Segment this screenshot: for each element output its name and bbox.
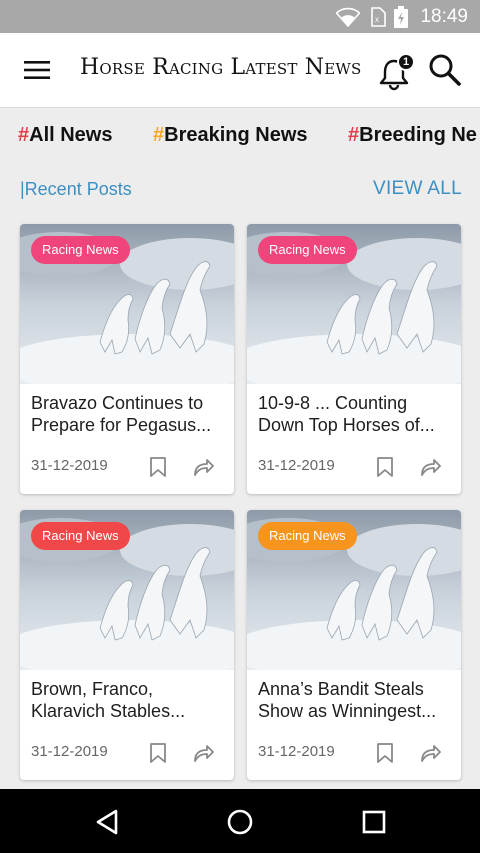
battery-icon [394,5,409,28]
menu-button[interactable] [18,53,56,87]
share-button[interactable] [419,742,441,764]
recent-posts-header: |Recent Posts VIEW ALL [20,177,462,203]
bookmark-button[interactable] [149,742,167,764]
category-label: Breaking News [164,124,308,146]
back-icon [96,809,118,835]
category-label: Breeding Ne [359,124,477,146]
category-badge[interactable]: Racing News [31,522,130,550]
app-bar: Horse Racing Latest News 1 [0,33,480,107]
post-date: 31-12-2019 [31,457,108,474]
post-card[interactable]: Racing News Bravazo Continues to Prepare… [20,224,234,494]
category-badge[interactable]: Racing News [258,236,357,264]
category-tab-breaking-news[interactable]: #Breaking News [153,124,308,147]
category-label: All News [29,124,113,146]
share-icon [194,745,214,762]
share-button[interactable] [192,742,214,764]
category-tabs: #All News #Breaking News #Breeding Ne [0,107,480,163]
recents-icon [362,810,386,834]
hash-symbol: # [348,124,360,146]
wifi-icon [336,7,361,27]
share-button[interactable] [192,456,214,478]
share-icon [194,459,214,476]
category-badge[interactable]: Racing News [258,522,357,550]
post-thumbnail: Racing News [247,510,461,670]
bookmark-button[interactable] [376,456,394,478]
view-all-link[interactable]: VIEW ALL [373,178,462,200]
hamburger-menu-icon [24,61,50,79]
share-icon [421,459,441,476]
category-badge[interactable]: Racing News [31,236,130,264]
recents-button[interactable] [359,807,389,837]
clock-time: 18:49 [420,5,468,27]
post-date: 31-12-2019 [31,743,108,760]
category-tab-breeding-news[interactable]: #Breeding Ne [348,124,477,147]
share-icon [421,745,441,762]
post-title: Bravazo Continues to Prepare for Pegasus… [31,393,212,435]
system-nav-bar [0,789,480,853]
post-date: 31-12-2019 [258,743,335,760]
post-thumbnail: Racing News [247,224,461,384]
search-button[interactable] [428,53,466,91]
section-title: |Recent Posts [20,179,132,199]
notifications-button[interactable]: 1 [378,53,418,93]
post-card[interactable]: Racing News Brown, Franco, Klaravich Sta… [20,510,234,780]
back-button[interactable] [92,807,122,837]
bookmark-button[interactable] [376,742,394,764]
share-button[interactable] [419,456,441,478]
category-tab-all-news[interactable]: #All News [18,124,112,147]
home-icon [227,809,253,835]
post-thumbnail: Racing News [20,224,234,384]
post-card[interactable]: Racing News 10-9-8 ... Counting Down Top… [247,224,461,494]
hash-symbol: # [153,124,165,146]
post-card[interactable]: Racing News Anna’s Bandit Steals Show as… [247,510,461,780]
bookmark-icon [150,457,166,477]
svg-text:x: x [375,15,379,24]
sim-icon: x [368,6,387,27]
post-title: Anna’s Bandit Steals Show as Winningest.… [258,679,437,721]
app-title: Horse Racing Latest News [80,55,362,80]
home-button[interactable] [225,807,255,837]
notification-count-badge: 1 [397,53,415,71]
bookmark-icon [150,743,166,763]
post-thumbnail: Racing News [20,510,234,670]
post-date: 31-12-2019 [258,457,335,474]
post-title: 10-9-8 ... Counting Down Top Horses of..… [258,393,435,435]
search-icon [429,54,461,86]
hash-symbol: # [18,124,30,146]
bookmark-icon [377,743,393,763]
bookmark-icon [377,457,393,477]
status-bar: x 18:49 [0,0,480,33]
post-title: Brown, Franco, Klaravich Stables... [31,679,186,721]
bookmark-button[interactable] [149,456,167,478]
